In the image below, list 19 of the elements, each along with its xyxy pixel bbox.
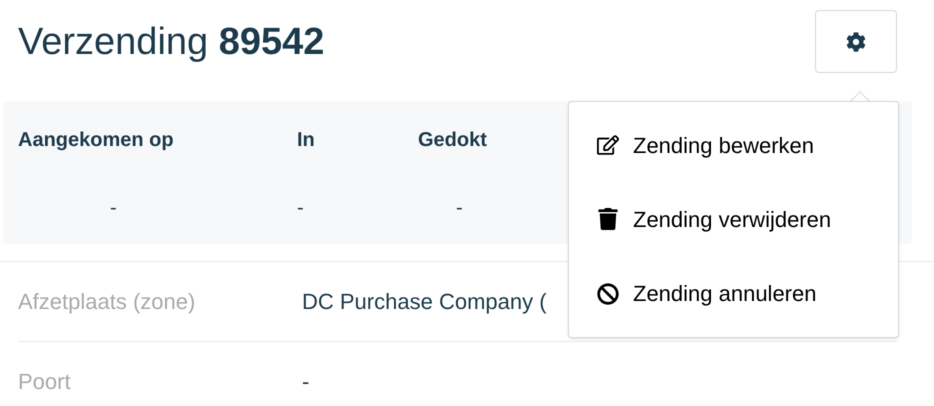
detail-value: - — [302, 368, 310, 396]
menu-item[interactable]: Zending bewerken — [569, 115, 898, 176]
stat-label: Aangekomen op — [18, 128, 174, 153]
detail-label: Poort — [18, 368, 72, 396]
settings-icon — [846, 32, 866, 52]
stat-value: - — [110, 196, 117, 221]
stat-value: - — [297, 196, 304, 221]
stat-value: - — [456, 196, 463, 221]
stat-label: In — [297, 128, 315, 153]
ban-icon — [597, 282, 619, 305]
detail-value: DC Purchase Company ( — [302, 288, 547, 316]
edit-icon — [597, 134, 619, 156]
page-title: Verzending 89542 — [18, 22, 324, 60]
detail-label: Afzetplaats (zone) — [18, 288, 196, 316]
stat-label: Gedokt — [418, 128, 487, 153]
menu-item[interactable]: Zending annuleren — [569, 264, 898, 324]
trash-icon — [597, 208, 619, 230]
menu-item[interactable]: Zending verwijderen — [569, 189, 898, 250]
settings-button[interactable] — [815, 10, 897, 73]
